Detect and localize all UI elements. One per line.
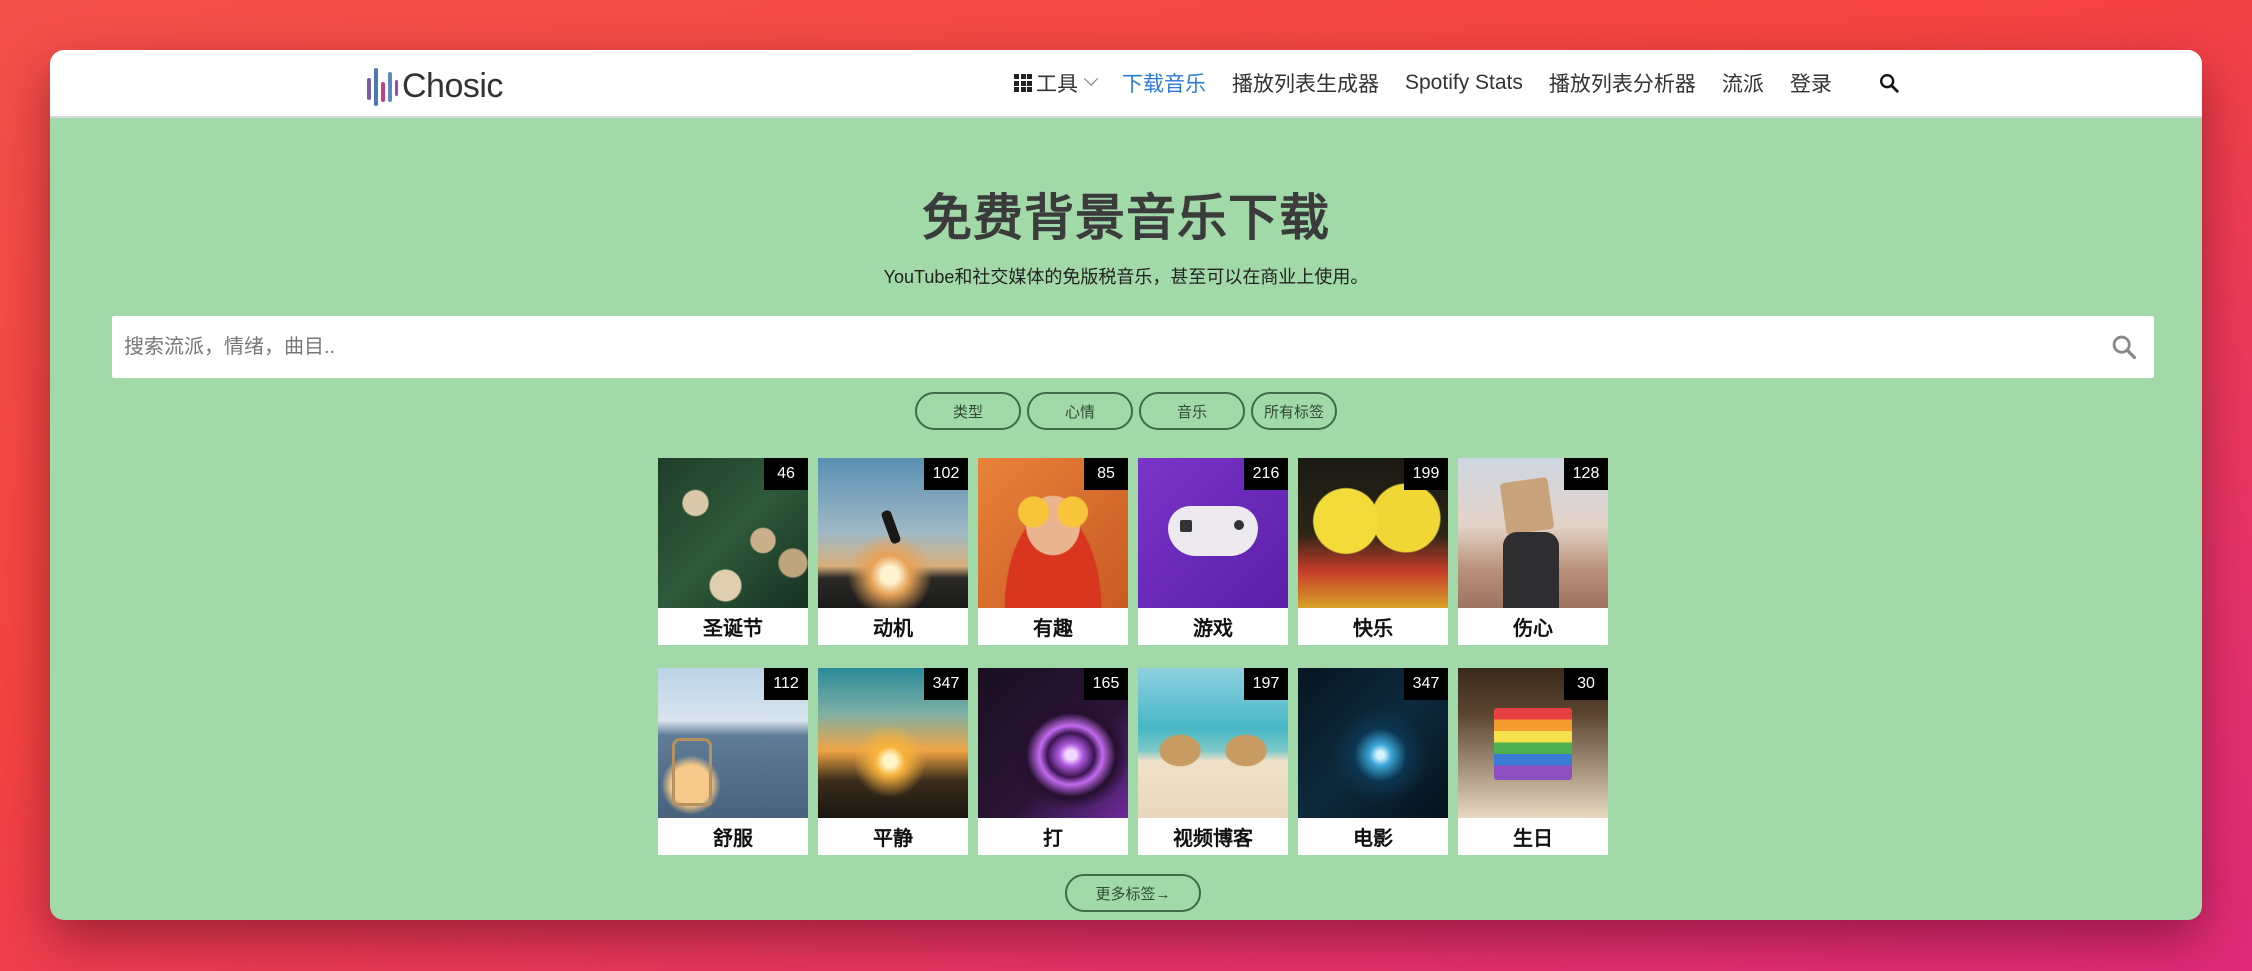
nav-login[interactable]: 登录	[1790, 68, 1832, 98]
nav-spotify-stats[interactable]: Spotify Stats	[1405, 71, 1523, 95]
nav-tools-menu[interactable]: 工具	[1014, 68, 1099, 98]
filter-pills: 类型 心情 音乐 所有标签	[50, 392, 2202, 430]
tag-count: 216	[1244, 458, 1288, 490]
main-nav: 工具 下载音乐 播放列表生成器 Spotify Stats 播放列表分析器 流派…	[1014, 50, 1900, 116]
logo-icon	[367, 68, 398, 106]
tag-label: 动机	[873, 618, 913, 640]
tag-label: 打	[1043, 828, 1063, 850]
brand-name: Chosic	[402, 66, 503, 105]
tag-tile[interactable]: 112 舒服	[658, 668, 808, 855]
nav-download-music[interactable]: 下载音乐	[1122, 68, 1206, 98]
tag-label: 电影	[1353, 828, 1393, 850]
tag-tile[interactable]: 102 动机	[818, 458, 968, 645]
tag-label: 舒服	[713, 828, 753, 850]
tag-label: 平静	[873, 828, 913, 850]
tag-label: 视频博客	[1173, 828, 1253, 850]
tag-tile[interactable]: 199 快乐	[1298, 458, 1448, 645]
tag-row: 46 圣诞节 102 动机 85 有趣 216 游戏 199 快乐 128 伤心	[658, 458, 1610, 645]
tag-tile[interactable]: 197 视频博客	[1138, 668, 1288, 855]
site-header: Chosic 工具 下载音乐 播放列表生成器 Spotify Stats 播放列…	[50, 50, 2202, 118]
tag-count: 112	[764, 668, 808, 700]
nav-genres[interactable]: 流派	[1722, 68, 1764, 98]
chevron-down-icon	[1083, 71, 1099, 86]
tag-label: 快乐	[1353, 618, 1393, 640]
filter-genre-button[interactable]: 类型	[915, 392, 1021, 430]
search-icon[interactable]	[1878, 72, 1900, 94]
tag-label: 游戏	[1193, 618, 1233, 640]
tag-count: 85	[1084, 458, 1128, 490]
tag-label: 生日	[1513, 828, 1553, 850]
tag-label: 圣诞节	[703, 618, 763, 640]
tag-count: 165	[1084, 668, 1128, 700]
tag-count: 128	[1564, 458, 1608, 490]
tag-count: 347	[1404, 668, 1448, 700]
tag-count: 30	[1564, 668, 1608, 700]
filter-all-tags-button[interactable]: 所有标签	[1251, 392, 1337, 430]
page-subtitle: YouTube和社交媒体的免版税音乐，甚至可以在商业上使用。	[883, 267, 1369, 287]
tag-label: 伤心	[1513, 618, 1553, 640]
tag-tile[interactable]: 46 圣诞节	[658, 458, 808, 645]
search-submit-icon[interactable]	[2110, 333, 2138, 361]
nav-playlist-analyzer[interactable]: 播放列表分析器	[1549, 68, 1696, 98]
search-input[interactable]	[112, 335, 2110, 359]
more-tags-button[interactable]: 更多标签→	[1065, 874, 1201, 912]
tag-tile[interactable]: 347 电影	[1298, 668, 1448, 855]
logo[interactable]: Chosic	[365, 64, 503, 108]
tag-count: 102	[924, 458, 968, 490]
tag-tile[interactable]: 165 打	[978, 668, 1128, 855]
tag-count: 46	[764, 458, 808, 490]
filter-music-button[interactable]: 音乐	[1139, 392, 1245, 430]
tag-tile[interactable]: 216 游戏	[1138, 458, 1288, 645]
nav-playlist-generator[interactable]: 播放列表生成器	[1232, 68, 1379, 98]
tag-row: 112 舒服 347 平静 165 打 197 视频博客 347 电影 30 生…	[658, 668, 1610, 855]
tag-label: 有趣	[1033, 618, 1073, 640]
search-bar	[112, 316, 2154, 378]
nav-tools-label: 工具	[1036, 73, 1078, 96]
browser-window: Chosic 工具 下载音乐 播放列表生成器 Spotify Stats 播放列…	[50, 50, 2202, 920]
tag-count: 199	[1404, 458, 1448, 490]
tag-tile[interactable]: 128 伤心	[1458, 458, 1608, 645]
tag-count: 347	[924, 668, 968, 700]
tag-tile[interactable]: 30 生日	[1458, 668, 1608, 855]
tag-grid: 46 圣诞节 102 动机 85 有趣 216 游戏 199 快乐 128 伤心…	[658, 458, 1610, 878]
page-title: 免费背景音乐下载	[922, 190, 1330, 246]
filter-mood-button[interactable]: 心情	[1027, 392, 1133, 430]
grid-icon	[1014, 74, 1032, 92]
tag-count: 197	[1244, 668, 1288, 700]
tag-tile[interactable]: 347 平静	[818, 668, 968, 855]
tag-tile[interactable]: 85 有趣	[978, 458, 1128, 645]
